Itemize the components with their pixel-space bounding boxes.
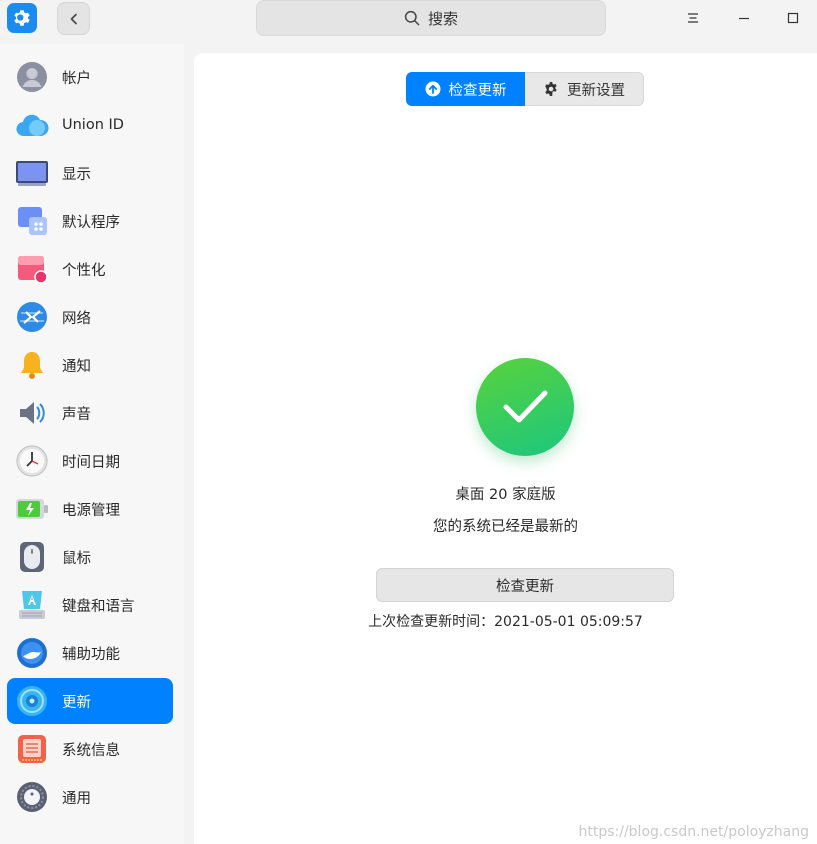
sidebar-item-power[interactable]: 电源管理	[7, 486, 173, 532]
last-check-time: 上次检查更新时间：2021-05-01 05:09:57	[368, 614, 643, 630]
display-icon	[15, 156, 49, 190]
sidebar-item-sound[interactable]: 声音	[7, 390, 173, 436]
upload-circle-icon	[425, 81, 440, 97]
update-icon	[15, 684, 49, 718]
account-icon	[15, 60, 49, 94]
battery-icon	[15, 492, 49, 526]
sidebar-item-display[interactable]: 显示	[7, 150, 173, 196]
tab-update-settings[interactable]: 更新设置	[525, 72, 644, 106]
update-status: 您的系统已经是最新的	[433, 519, 578, 535]
settings-app-icon	[7, 3, 37, 33]
system-info-icon	[15, 732, 49, 766]
tab-check-update[interactable]: 检查更新	[406, 72, 525, 106]
sidebar: 帐户 Union ID 显示 默认程序 个性化 网络 通知 声音 时间日期 电源…	[0, 44, 184, 844]
maximize-button[interactable]	[783, 8, 803, 28]
sidebar-item-network[interactable]: 网络	[7, 294, 173, 340]
sidebar-item-accessibility[interactable]: 辅助功能	[7, 630, 173, 676]
search-placeholder: 搜索	[427, 9, 458, 28]
chevron-left-icon	[70, 13, 77, 24]
back-button[interactable]	[57, 2, 90, 35]
keyboard-icon	[15, 588, 49, 622]
sidebar-item-mouse[interactable]: 鼠标	[7, 534, 173, 580]
search-input[interactable]: 搜索	[256, 0, 606, 36]
mouse-icon	[15, 540, 49, 574]
clock-icon	[15, 444, 49, 478]
bell-icon	[15, 348, 49, 382]
watermark: https://blog.csdn.net/poloyzhang	[578, 824, 809, 840]
general-icon	[15, 780, 49, 814]
sidebar-item-account[interactable]: 帐户	[7, 54, 173, 100]
update-tabs: 检查更新 更新设置	[406, 72, 644, 106]
minimize-button[interactable]	[734, 8, 754, 28]
maximize-icon	[787, 12, 799, 24]
up-to-date-check-icon	[476, 358, 574, 456]
update-panel: 检查更新 更新设置 桌面 20 家庭版 您的系统已经是最新的 检查更新 上次检查…	[194, 53, 817, 844]
network-icon	[15, 300, 49, 334]
gear-icon	[545, 82, 557, 96]
personalization-icon	[15, 252, 49, 286]
minimize-icon	[739, 17, 749, 20]
check-update-button[interactable]: 检查更新	[376, 568, 674, 602]
cloud-icon	[15, 108, 49, 142]
sidebar-item-union-id[interactable]: Union ID	[7, 102, 173, 148]
accessibility-icon	[15, 636, 49, 670]
search-icon	[404, 10, 420, 26]
system-version: 桌面 20 家庭版	[455, 487, 556, 503]
sidebar-item-default-apps[interactable]: 默认程序	[7, 198, 173, 244]
sidebar-item-personalization[interactable]: 个性化	[7, 246, 173, 292]
sidebar-item-system-info[interactable]: 系统信息	[7, 726, 173, 772]
sidebar-item-datetime[interactable]: 时间日期	[7, 438, 173, 484]
sidebar-item-general[interactable]: 通用	[7, 774, 173, 820]
sidebar-item-keyboard[interactable]: 键盘和语言	[7, 582, 173, 628]
speaker-icon	[15, 396, 49, 430]
sidebar-item-notification[interactable]: 通知	[7, 342, 173, 388]
default-apps-icon	[15, 204, 49, 238]
title-bar: 搜索	[0, 0, 817, 44]
sidebar-item-update[interactable]: 更新	[7, 678, 173, 724]
menu-button[interactable]	[683, 8, 703, 28]
menu-icon	[688, 13, 698, 23]
